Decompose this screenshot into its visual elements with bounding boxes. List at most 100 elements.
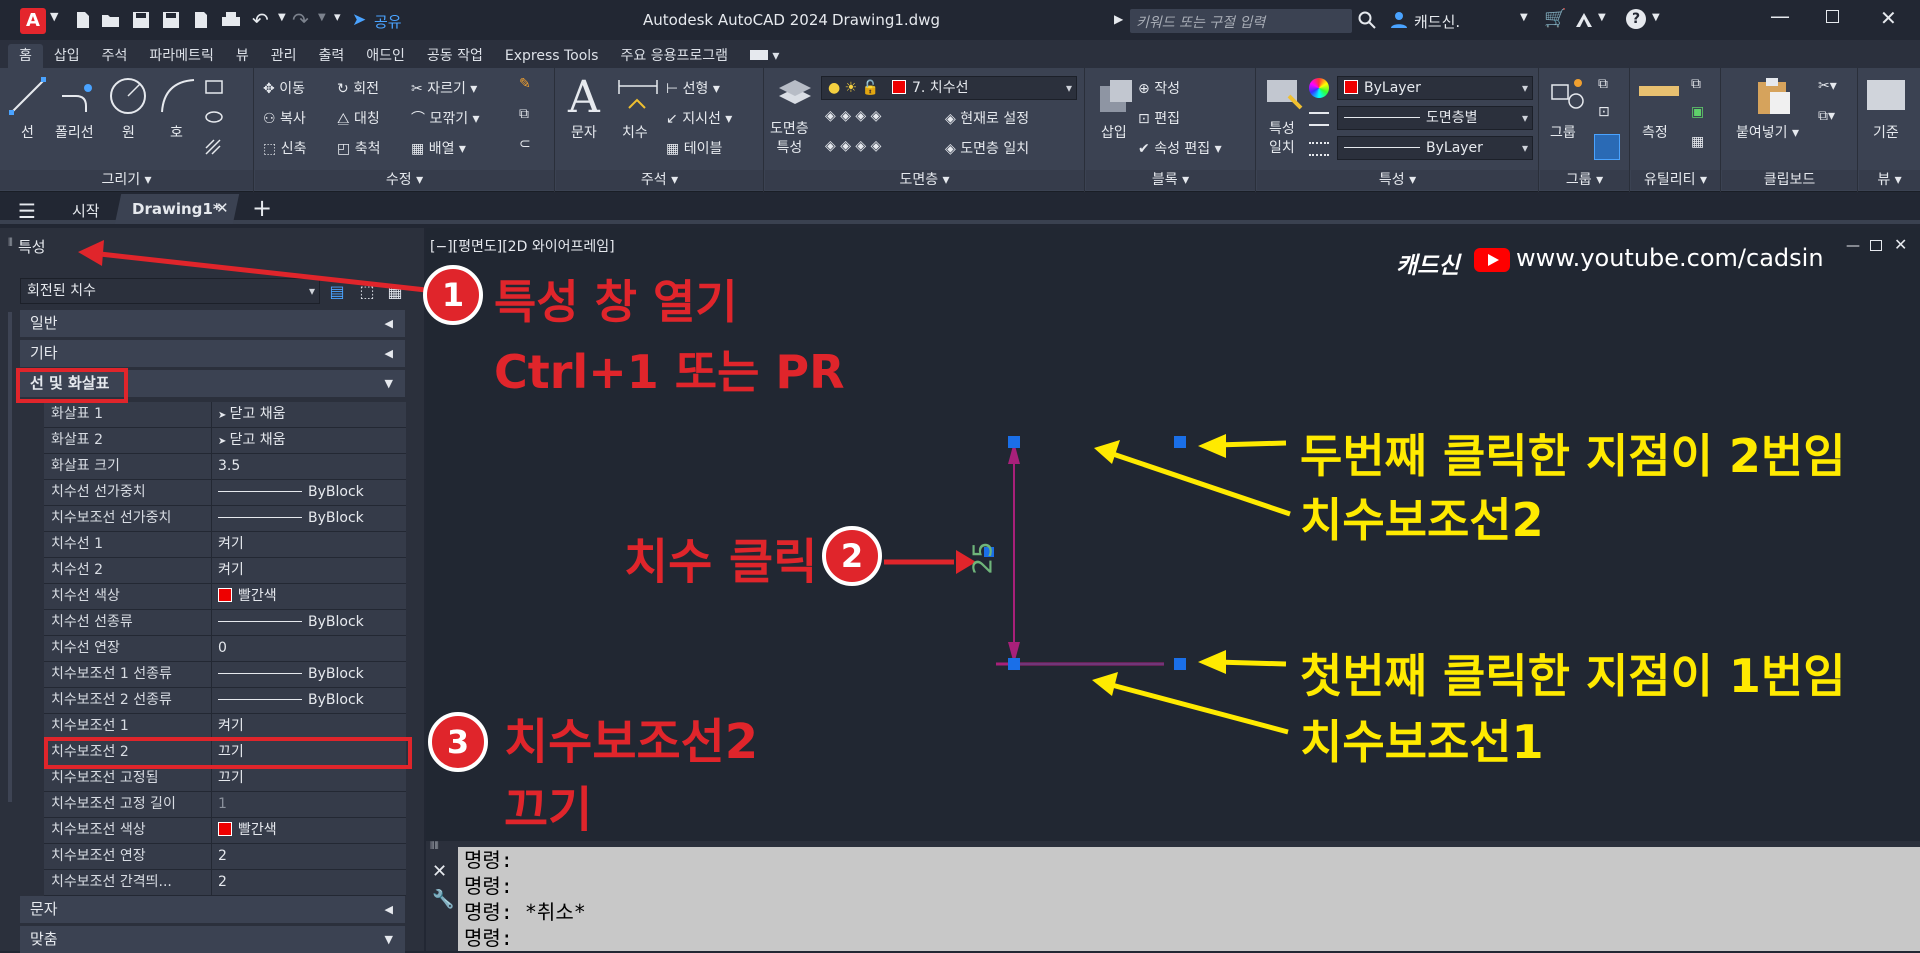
palette-scrollbar[interactable] <box>8 312 12 802</box>
ungroup-icon[interactable]: ⧉ <box>1598 76 1608 92</box>
close-window-icon[interactable]: ✕ <box>1880 6 1897 30</box>
share-label[interactable]: 공유 <box>374 11 402 32</box>
insert-block-icon[interactable] <box>1094 74 1138 118</box>
property-value[interactable]: 끄기 <box>211 766 406 791</box>
tab-annotate[interactable]: 주석 <box>91 44 139 68</box>
panel-modify-title[interactable]: 수정 ▾ <box>255 170 554 190</box>
paste-label[interactable]: 붙여넣기 ▾ <box>1736 122 1799 142</box>
restore-icon[interactable] <box>1826 10 1839 23</box>
property-value[interactable]: ByBlock <box>211 662 406 687</box>
explode-icon[interactable]: ⧉ <box>519 106 529 122</box>
lineweight-dropdown[interactable]: ByLayer <box>1337 136 1533 160</box>
tab-output[interactable]: 출력 <box>307 44 355 68</box>
property-row[interactable]: 치수보조선 색상 빨간색 <box>44 818 406 844</box>
tab-start[interactable]: 시작 <box>72 200 100 221</box>
match-layer-tool[interactable]: ◈ 도면층 일치 <box>945 138 1029 158</box>
measure-label[interactable]: 측정 <box>1642 122 1668 142</box>
group-edit-icon[interactable]: ⊡ <box>1598 104 1610 120</box>
paste-icon[interactable] <box>1752 74 1796 118</box>
panel-clipboard-title[interactable]: 클립보드 <box>1722 170 1857 190</box>
command-settings-wrench-icon[interactable]: 🔧 <box>432 889 454 910</box>
close-tab-icon[interactable]: ✕ <box>216 199 229 217</box>
tab-view[interactable]: 뷰 <box>225 44 260 68</box>
qat-customize-icon[interactable]: ▾ <box>334 10 341 25</box>
property-row[interactable]: 치수보조선 고정됨 끄기 <box>44 766 406 792</box>
app-menu-chevron-icon[interactable]: ▼ <box>50 10 58 23</box>
make-current-tool[interactable]: ◈ 현재로 설정 <box>945 108 1029 128</box>
dimension-tool-label[interactable]: 치수 <box>622 122 648 142</box>
stretch-tool[interactable]: ⬚ 신축 <box>263 138 306 158</box>
palette-grip-icon[interactable]: ⦀ <box>8 236 13 250</box>
dimension-tool-icon[interactable] <box>616 76 660 120</box>
line-tool-label[interactable]: 선 <box>21 122 34 142</box>
section-fit[interactable]: 맞춤 ▼ <box>20 926 405 953</box>
panel-draw-title[interactable]: 그리기 ▾ <box>0 170 253 190</box>
tab-featured-apps[interactable]: 주요 응용프로그램 <box>609 44 739 68</box>
color-wheel-icon[interactable] <box>1309 78 1329 98</box>
circle-tool-icon[interactable] <box>106 74 150 118</box>
undo-dropdown-icon[interactable]: ▼ <box>278 12 286 23</box>
linear-dim-tool[interactable]: ⊢ 선형 ▾ <box>666 78 720 98</box>
grip-bottom[interactable] <box>1008 658 1020 670</box>
ribbon-state-toggle[interactable]: ▾ <box>739 44 790 68</box>
rotate-tool[interactable]: ↻ 회전 <box>337 78 379 98</box>
panel-annotation-title[interactable]: 주석 ▾ <box>556 170 763 190</box>
match-properties-icon[interactable] <box>1263 74 1307 114</box>
save-as-icon[interactable] <box>160 10 182 30</box>
table-tool[interactable]: ▦ 테이블 <box>666 138 722 158</box>
erase-icon[interactable]: ✎ <box>519 76 531 92</box>
section-text[interactable]: 문자 ◀ <box>20 896 405 923</box>
user-name[interactable]: 캐드신. <box>1414 11 1460 32</box>
property-value[interactable]: ➤ 닫고 채움 <box>211 428 406 454</box>
layer-dropdown[interactable]: ● ☀ 🔓 7. 치수선 <box>821 76 1077 100</box>
match-properties-label[interactable]: 특성 일치 <box>1269 120 1295 158</box>
panel-view-title[interactable]: 뷰 ▾ <box>1859 170 1920 190</box>
arc-tool-label[interactable]: 호 <box>170 122 183 142</box>
move-tool[interactable]: ✥ 이동 <box>263 78 305 98</box>
measure-icon[interactable] <box>1639 86 1679 96</box>
autodesk-dropdown-icon[interactable]: ▼ <box>1598 12 1606 23</box>
text-tool-label[interactable]: 문자 <box>571 122 597 142</box>
circle-tool-label[interactable]: 원 <box>122 122 135 142</box>
publish-icon[interactable] <box>190 10 212 30</box>
property-row[interactable]: 치수선 선종류 ByBlock <box>44 610 406 636</box>
panel-groups-title[interactable]: 그룹 ▾ <box>1540 170 1629 190</box>
undo-icon[interactable]: ↶ <box>252 8 269 32</box>
base-view-icon[interactable] <box>1867 80 1905 110</box>
group-icon[interactable] <box>1546 74 1590 114</box>
copy-tool[interactable]: ⚇ 복사 <box>263 108 306 128</box>
plot-icon[interactable] <box>220 10 242 30</box>
property-row[interactable]: 치수보조선 2 선종류 ByBlock <box>44 688 406 714</box>
open-folder-icon[interactable] <box>100 10 122 30</box>
property-value[interactable]: 빨간색 <box>211 818 406 843</box>
offset-icon[interactable]: ⊂ <box>519 136 531 152</box>
redo-dropdown-icon[interactable]: ▼ <box>318 12 326 23</box>
calculator-icon[interactable]: ▦ <box>1691 134 1704 150</box>
linetype-dropdown[interactable]: 도면층별 <box>1337 106 1533 130</box>
property-value[interactable]: ➤ 닫고 채움 <box>211 402 406 428</box>
arc-tool-icon[interactable] <box>156 74 200 118</box>
cut-icon[interactable]: ✂▾ <box>1818 78 1837 94</box>
hamburger-menu-icon[interactable]: ☰ <box>18 199 36 223</box>
save-icon[interactable] <box>130 10 152 30</box>
layer-properties-icon[interactable] <box>773 74 817 114</box>
property-row[interactable]: 치수보조선 1 선종류 ByBlock <box>44 662 406 688</box>
grip-def-point-2[interactable] <box>1174 436 1186 448</box>
tab-home[interactable]: 홈 <box>8 44 43 68</box>
section-misc[interactable]: 기타 ◀ <box>20 340 405 367</box>
group-label[interactable]: 그룹 <box>1550 122 1576 142</box>
property-row[interactable]: 치수선 선가중치 ByBlock <box>44 480 406 506</box>
tab-manage[interactable]: 관리 <box>260 44 308 68</box>
property-value[interactable]: 2 <box>211 870 406 895</box>
property-row[interactable]: 화살표 2 ➤ 닫고 채움 <box>44 428 406 454</box>
layer-tools-row2[interactable]: ◈ ◈ ◈ ◈ <box>825 138 881 154</box>
layer-tools-row1[interactable]: ◈ ◈ ◈ ◈ <box>825 108 881 124</box>
property-value[interactable]: 0 <box>211 636 406 661</box>
property-value[interactable]: ByBlock <box>211 506 406 531</box>
color-dropdown[interactable]: ByLayer <box>1337 76 1533 100</box>
cart-icon[interactable]: 🛒 <box>1544 8 1566 29</box>
new-file-icon[interactable] <box>72 10 94 30</box>
user-dropdown-icon[interactable]: ▼ <box>1520 12 1528 23</box>
share-icon[interactable]: ➤ <box>352 10 366 30</box>
new-tab-icon[interactable]: + <box>252 194 272 222</box>
